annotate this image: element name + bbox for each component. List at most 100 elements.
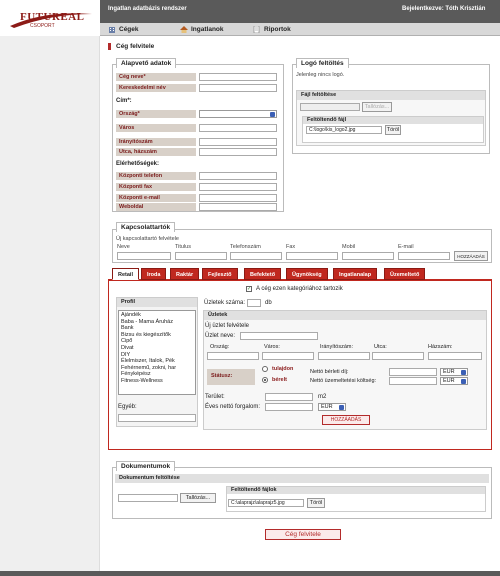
report-icon — [253, 26, 260, 33]
email-label: Központi e-mail — [116, 194, 196, 202]
profil-option[interactable]: Fehérnemű, zokni, har — [121, 365, 193, 372]
contact-add-button[interactable]: HOZZÁADÁS — [454, 251, 488, 261]
fax-input[interactable] — [199, 183, 277, 191]
store-name-label: Üzlet neve: — [205, 333, 236, 339]
contact-title-input[interactable] — [175, 252, 227, 260]
profil-option[interactable]: Élelmiszer, Italok, Pék — [121, 358, 193, 365]
store-country-input[interactable] — [207, 352, 259, 360]
contact-fax-input[interactable] — [286, 252, 338, 260]
email-input[interactable] — [199, 194, 277, 202]
net-op-cost-label: Nettó üzemeltetési költség: — [310, 378, 377, 384]
category-checkbox[interactable]: ✓ — [246, 286, 252, 292]
document-browse-button[interactable]: Tallózás... — [180, 493, 216, 503]
tab-iroda[interactable]: Iroda — [141, 268, 167, 280]
profil-option[interactable]: Ajándék — [121, 312, 193, 319]
contact-name-input[interactable] — [117, 252, 171, 260]
net-rent-input[interactable] — [389, 368, 437, 376]
logo-delete-button[interactable]: Töröl — [385, 125, 401, 135]
profil-option[interactable]: Cipő — [121, 338, 193, 345]
store-city-label: Város: — [264, 344, 280, 350]
document-file-input[interactable] — [118, 494, 178, 502]
country-label: Ország* — [116, 110, 196, 118]
contact-col-phone: Telefonszám — [230, 244, 261, 250]
stores-count-input[interactable] — [247, 299, 261, 307]
status-rented-label: bérelt — [272, 377, 287, 383]
address-heading: Cím*: — [116, 98, 132, 104]
stores-header: Üzletek — [204, 311, 486, 320]
profil-option[interactable]: Fényképész — [121, 371, 193, 378]
profil-listbox[interactable]: Ajándék Baba - Mama Áruház Bank Bizsu és… — [118, 310, 196, 395]
contact-col-fax: Fax — [286, 244, 296, 250]
profil-header: Profil — [117, 298, 197, 307]
tab-fejleszto[interactable]: Fejlesztő — [202, 268, 238, 280]
basic-data-legend: Alapvető adatok — [116, 58, 177, 68]
profil-option[interactable]: Bizsu és kiegészítők — [121, 332, 193, 339]
profil-option[interactable]: Baba - Mama Áruház — [121, 319, 193, 326]
house-icon — [180, 26, 188, 33]
turnover-input[interactable] — [265, 403, 313, 411]
left-column — [0, 36, 100, 571]
chevron-down-icon — [270, 112, 275, 117]
logo-browse-button[interactable]: Tallózás... — [362, 102, 392, 112]
store-street-input[interactable] — [372, 352, 424, 360]
net-op-cost-input[interactable] — [389, 377, 437, 385]
logo-subtitle: CSOPORT — [30, 23, 55, 29]
tab-raktar[interactable]: Raktár — [170, 268, 200, 280]
tab-ingatlanalap[interactable]: Ingatlanalap — [333, 268, 378, 280]
website-input[interactable] — [199, 203, 277, 211]
status-owned-radio[interactable] — [262, 366, 268, 372]
currency-value: EUR — [443, 369, 455, 375]
profil-option[interactable]: Bank — [121, 325, 193, 332]
submit-company-button[interactable]: Cég felvitele — [265, 529, 341, 540]
store-street-label: Utca: — [374, 344, 387, 350]
status-rented-radio[interactable] — [262, 377, 268, 383]
store-housenum-input[interactable] — [428, 352, 482, 360]
other-input[interactable] — [118, 414, 196, 422]
profil-option[interactable]: Divat — [121, 345, 193, 352]
contacts-add-heading: Új kapcsolattartó felvétele — [116, 236, 179, 242]
trade-name-input[interactable] — [199, 84, 277, 92]
logo-file-list-header: Feltöltendő fájl — [303, 117, 483, 124]
logo-file-input[interactable] — [300, 103, 360, 111]
area-input[interactable] — [265, 393, 313, 401]
tab-ugynokseg[interactable]: Ügynökség — [286, 268, 328, 280]
fax-label: Központi fax — [116, 183, 196, 191]
website-label: Weboldal — [116, 203, 196, 211]
zip-label: Irányítószám — [116, 138, 196, 146]
country-select[interactable] — [199, 110, 277, 118]
turnover-currency-select[interactable]: EUR — [318, 403, 346, 411]
company-name-input[interactable] — [199, 73, 277, 81]
store-country-label: Ország: — [210, 344, 230, 350]
store-housenum-label: Házszám: — [428, 344, 453, 350]
net-rent-label: Nettó bérleti díj: — [310, 369, 349, 375]
net-op-cost-currency-select[interactable]: EUR — [440, 377, 468, 385]
tab-befekteto[interactable]: Befektető — [244, 268, 282, 280]
store-name-input[interactable] — [240, 332, 318, 340]
zip-input[interactable] — [199, 138, 277, 146]
store-zip-label: Irányítószám: — [320, 344, 354, 350]
store-city-input[interactable] — [262, 352, 314, 360]
tab-uzemelteto[interactable]: Üzemeltető — [384, 268, 426, 280]
area-unit: m2 — [318, 394, 327, 400]
contact-phone-input[interactable] — [230, 252, 282, 260]
nav-item-ingatlanok[interactable]: Ingatlanok — [180, 26, 224, 33]
currency-value: EUR — [321, 404, 333, 410]
new-store-heading: Új üzlet felvétele — [205, 323, 250, 329]
company-name-label: Cég neve* — [116, 73, 196, 81]
profil-option[interactable]: Fitness-Wellness — [121, 378, 193, 385]
contact-mobile-input[interactable] — [342, 252, 394, 260]
nav-item-riportok[interactable]: Riportok — [253, 26, 291, 33]
city-input[interactable] — [199, 124, 277, 132]
net-rent-currency-select[interactable]: EUR — [440, 368, 468, 376]
area-label: Terület: — [205, 394, 225, 400]
store-add-button[interactable]: HOZZÁADÁS — [322, 415, 370, 425]
currency-value: EUR — [443, 378, 455, 384]
store-zip-input[interactable] — [318, 352, 370, 360]
contact-email-input[interactable] — [398, 252, 450, 260]
phone-input[interactable] — [199, 172, 277, 180]
document-delete-button[interactable]: Töröl — [307, 498, 325, 508]
nav-item-cegek[interactable]: Cégek — [108, 26, 139, 33]
logo[interactable]: FUTUREAL — [20, 11, 85, 23]
street-input[interactable] — [199, 148, 277, 156]
tab-retail[interactable]: Retail — [112, 268, 139, 280]
